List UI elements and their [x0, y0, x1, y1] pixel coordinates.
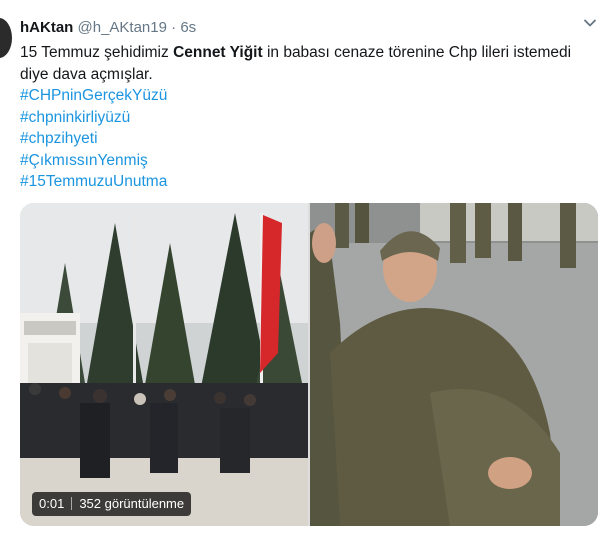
avatar[interactable] — [0, 18, 12, 58]
video-time: 0:01 — [39, 496, 65, 511]
hashtag-link[interactable]: #ÇıkmıssınYenmiş — [20, 150, 600, 172]
video-thumbnail[interactable] — [20, 203, 308, 526]
soldier-photo[interactable] — [310, 203, 598, 526]
tweet-header: hAKtan @h_AKtan19 · 6s — [20, 18, 196, 38]
tweet-text: 15 Temmuz şehidimiz Cennet Yiğit in baba… — [20, 42, 600, 193]
badge-divider — [71, 497, 73, 510]
separator: · — [171, 19, 177, 36]
tweet-text-bold: Cennet Yiğit — [173, 44, 263, 61]
hashtag-link[interactable]: #chpzihyeti — [20, 128, 600, 150]
hashtag-link[interactable]: #15TemmuzuUnutma — [20, 171, 600, 193]
timestamp[interactable]: 6s — [180, 19, 196, 36]
hashtag-link[interactable]: #CHPninGerçekYüzü — [20, 85, 600, 107]
tweet[interactable]: hAKtan @h_AKtan19 · 6s 15 Temmuz şehidim… — [0, 0, 616, 535]
hashtag-link[interactable]: #chpninkirliyüzü — [20, 107, 600, 129]
video-badge: 0:01 352 görüntülenme — [32, 492, 192, 516]
display-name[interactable]: hAKtan — [20, 19, 73, 36]
media-container[interactable]: 0:01 352 görüntülenme — [20, 203, 598, 526]
chevron-down-icon[interactable] — [583, 16, 597, 30]
view-count: 352 görüntülenme — [79, 496, 185, 511]
tweet-text-part: 15 Temmuz şehidimiz — [20, 44, 174, 61]
handle[interactable]: @h_AKtan19 — [78, 19, 167, 36]
